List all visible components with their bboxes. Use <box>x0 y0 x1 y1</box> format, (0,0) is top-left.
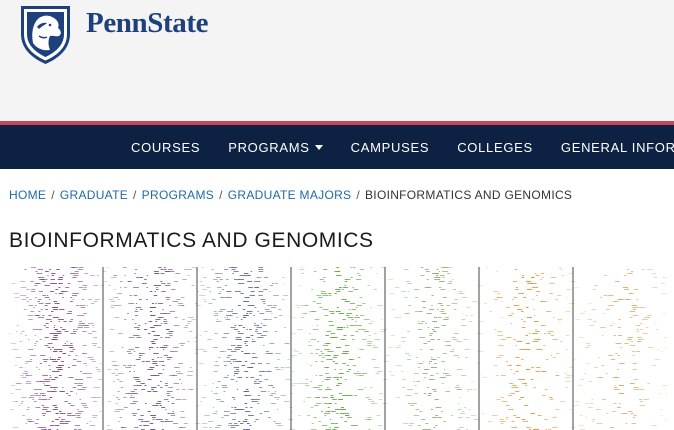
nav-item-label: COLLEGES <box>457 139 533 155</box>
breadcrumb-separator: / <box>356 188 360 202</box>
nav-item-label: PROGRAMS <box>228 139 310 155</box>
breadcrumb-graduate[interactable]: GRADUATE <box>60 188 128 202</box>
breadcrumb-separator: / <box>133 188 137 202</box>
nav-item-label: GENERAL INFORMATION <box>560 139 674 155</box>
breadcrumb-separator: / <box>219 188 223 202</box>
caret-down-icon <box>314 144 323 150</box>
nittany-lion-shield-icon <box>21 6 70 64</box>
nav-item-label: CAMPUSES <box>350 139 430 155</box>
brand-logo-link[interactable]: PennState <box>17 3 208 65</box>
brand-wordmark: PennState <box>86 7 209 39</box>
breadcrumb-graduate-majors[interactable]: GRADUATE MAJORS <box>228 188 352 202</box>
nav-item-campuses[interactable]: CAMPUSES <box>351 125 430 169</box>
genomic-heatmap-banner <box>9 267 667 430</box>
nav-item-colleges[interactable]: COLLEGES <box>457 125 533 169</box>
breadcrumb-home[interactable]: HOME <box>9 188 46 202</box>
nav-item-programs[interactable]: PROGRAMS <box>228 125 323 169</box>
nav-list: COURSES PROGRAMS CAMPUSES COLLEGES GENER… <box>131 125 674 169</box>
nav-item-general-information[interactable]: GENERAL INFORMATION <box>561 125 674 169</box>
page-title: BIOINFORMATICS AND GENOMICS <box>9 229 374 252</box>
breadcrumb-separator: / <box>51 188 55 202</box>
main-navigation: COURSES PROGRAMS CAMPUSES COLLEGES GENER… <box>0 125 674 169</box>
nav-item-courses[interactable]: COURSES <box>131 125 200 169</box>
nav-item-label: COURSES <box>131 139 201 155</box>
breadcrumb-programs[interactable]: PROGRAMS <box>142 188 214 202</box>
breadcrumb-current: BIOINFORMATICS AND GENOMICS <box>365 188 573 202</box>
site-header: PennState <box>0 0 674 121</box>
breadcrumb: HOME / GRADUATE / PROGRAMS / GRADUATE MA… <box>9 188 572 202</box>
